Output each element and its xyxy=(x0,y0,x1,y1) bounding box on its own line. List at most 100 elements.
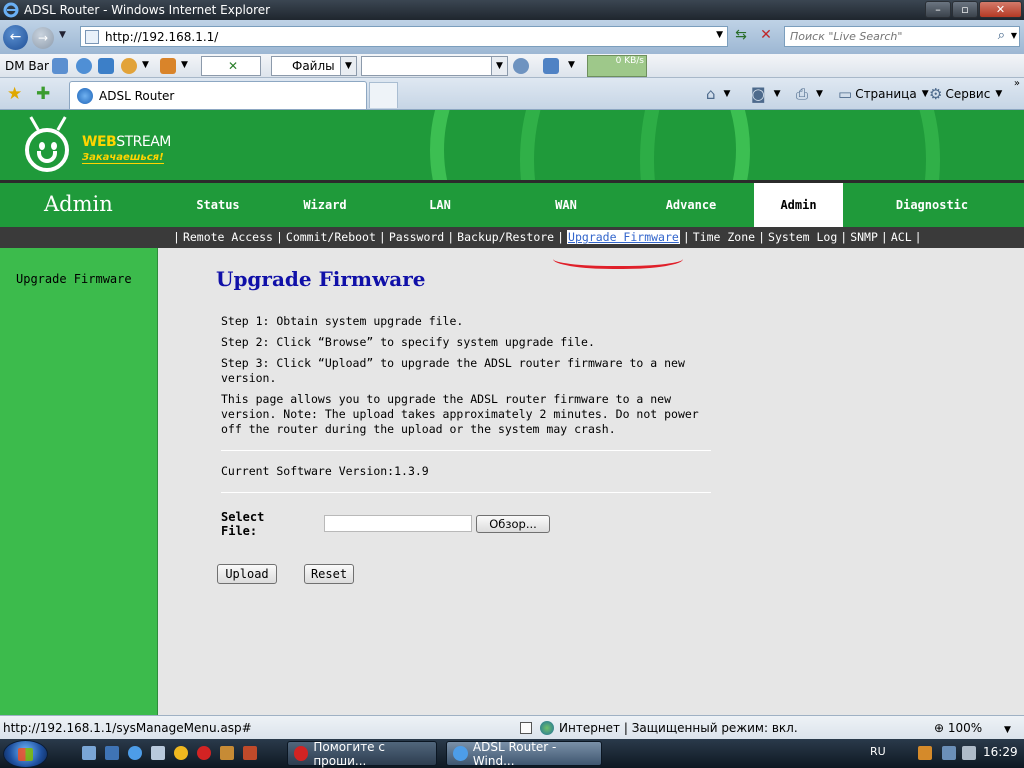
taskbar-item-ie[interactable]: ADSL Router - Wind... xyxy=(446,740,602,768)
show-desktop-icon[interactable] xyxy=(82,746,96,760)
search-icon[interactable]: ⌕ xyxy=(998,28,1005,43)
chevron-down-icon[interactable]: ▼ xyxy=(724,89,731,99)
tab-admin[interactable]: Admin xyxy=(754,183,843,227)
add-icon[interactable] xyxy=(76,58,92,74)
chevron-down-icon[interactable]: ▼ xyxy=(340,57,356,75)
feeds-button[interactable]: ◙ ▼ xyxy=(751,85,780,103)
select-file-label: Select File: xyxy=(221,510,277,538)
refresh-icon: ⇆ xyxy=(735,27,747,43)
tab-lan[interactable]: LAN xyxy=(410,183,470,227)
subtab-backup-restore[interactable]: Backup/Restore xyxy=(457,230,554,244)
favorites-star-icon[interactable]: ★ xyxy=(7,84,22,104)
gear-icon: ⚙ xyxy=(929,85,943,103)
dm-bar-label: DM Bar xyxy=(5,59,49,73)
quick-launch-icon[interactable] xyxy=(174,746,188,760)
back-button[interactable]: ← xyxy=(3,25,28,50)
search-input[interactable] xyxy=(785,27,985,46)
address-field[interactable]: http://192.168.1.1/ ▼ xyxy=(80,26,728,47)
chevron-down-icon[interactable]: ▼ xyxy=(995,89,1002,99)
home-button[interactable]: ⌂ ▼ xyxy=(706,85,730,103)
chevron-down-icon[interactable]: ▼ xyxy=(816,89,823,99)
chevron-down-icon[interactable]: ▼ xyxy=(1011,31,1017,40)
upload-button[interactable]: Upload xyxy=(217,564,277,584)
subtab-system-log[interactable]: System Log xyxy=(768,230,837,244)
service-menu-button[interactable]: ⚙ Сервис ▼ xyxy=(929,85,1002,103)
logo-slogan: Закачаешься! xyxy=(82,152,164,164)
taskbar-item-opera[interactable]: Помогите с проши... xyxy=(287,740,437,768)
subtab-upgrade-firmware[interactable]: Upgrade Firmware xyxy=(567,230,680,244)
sidebar-item-upgrade-firmware[interactable]: Upgrade Firmware xyxy=(16,272,132,286)
zoom-control[interactable]: ⊕ 100% ▼ xyxy=(934,721,1011,735)
network-icon[interactable] xyxy=(942,746,956,760)
zoom-icon: ⊕ xyxy=(934,721,945,735)
stop-button[interactable]: ✕ xyxy=(756,27,776,46)
chevron-down-icon[interactable]: ▼ xyxy=(568,60,575,70)
language-indicator[interactable]: RU xyxy=(870,745,886,758)
start-button[interactable] xyxy=(3,740,48,768)
chevron-down-icon[interactable]: ▼ xyxy=(181,60,188,70)
search-field[interactable]: ⌕ ▼ xyxy=(784,26,1020,47)
refresh-button[interactable]: ⇆ xyxy=(731,27,751,46)
subtab-snmp[interactable]: SNMP xyxy=(850,230,878,244)
chevron-down-icon[interactable]: ▼ xyxy=(716,30,723,40)
files-dropdown[interactable]: Файлы ▼ xyxy=(271,56,357,76)
page-menu-button[interactable]: ▭ Страница ▼ xyxy=(838,85,929,103)
internet-explorer-icon[interactable] xyxy=(128,746,142,760)
subtab-time-zone[interactable]: Time Zone xyxy=(693,230,755,244)
instruction-step-3: Step 3: Click “Upload” to upgrade the AD… xyxy=(221,356,685,385)
plugin-icon[interactable] xyxy=(160,58,176,74)
page-description: This page allows you to upgrade the ADSL… xyxy=(221,392,699,436)
tray-icon[interactable] xyxy=(962,746,976,760)
page-icon: ▭ xyxy=(838,85,853,103)
chevron-down-icon[interactable]: ▼ xyxy=(922,89,929,99)
switch-windows-icon[interactable] xyxy=(105,746,119,760)
address-toolbar: ← → ▼ http://192.168.1.1/ ▼ ⇆ ✕ ⌕ ▼ xyxy=(0,20,1024,54)
quick-launch-icon[interactable] xyxy=(220,746,234,760)
tab-adsl-router[interactable]: ADSL Router xyxy=(69,81,367,109)
router-banner: WEBSTREAM Закачаешься! xyxy=(0,110,1024,180)
download-icon[interactable] xyxy=(543,58,559,74)
download-manager-icon[interactable] xyxy=(52,58,68,74)
subtab-acl[interactable]: ACL xyxy=(891,230,912,244)
clock[interactable]: 16:29 xyxy=(983,745,1018,759)
tab-diagnostic[interactable]: Diagnostic xyxy=(880,183,984,227)
quick-launch-icon[interactable] xyxy=(243,746,257,760)
home-icon[interactable] xyxy=(121,58,137,74)
subtab-password[interactable]: Password xyxy=(389,230,444,244)
minimize-button[interactable]: – xyxy=(925,1,951,18)
tab-advance[interactable]: Advance xyxy=(650,183,732,227)
search-icon[interactable] xyxy=(513,58,529,74)
copy-icon[interactable] xyxy=(98,58,114,74)
volume-icon[interactable] xyxy=(918,746,932,760)
window-title-bar: ADSL Router - Windows Internet Explorer … xyxy=(0,0,1024,20)
dm-status-box[interactable]: ✕ xyxy=(201,56,261,76)
url-text[interactable]: http://192.168.1.1/ xyxy=(105,30,218,44)
add-favorite-icon[interactable]: ✚ xyxy=(36,84,50,104)
history-dropdown[interactable]: ▼ xyxy=(59,30,66,40)
security-zone[interactable]: Интернет | Защищенный режим: вкл. xyxy=(520,721,798,735)
browse-button[interactable]: Обзор... xyxy=(476,515,550,533)
current-version-value: 1.3.9 xyxy=(394,464,429,478)
file-path-input[interactable] xyxy=(324,515,472,532)
opera-icon[interactable] xyxy=(197,746,211,760)
dm-search-dropdown[interactable]: ▼ xyxy=(361,56,508,76)
tab-wizard[interactable]: Wizard xyxy=(290,183,360,227)
chevron-down-icon[interactable]: ▼ xyxy=(491,57,507,75)
new-tab-button[interactable] xyxy=(369,82,398,108)
tab-status[interactable]: Status xyxy=(183,183,253,227)
chevron-down-icon[interactable]: ▼ xyxy=(1004,725,1011,735)
toolbar-overflow-icon[interactable]: » xyxy=(1014,78,1020,89)
tab-wan[interactable]: WAN xyxy=(536,183,596,227)
maximize-button[interactable]: ▫ xyxy=(952,1,978,18)
forward-button[interactable]: → xyxy=(32,27,54,49)
close-window-button[interactable]: ✕ xyxy=(979,1,1022,18)
subtab-remote-access[interactable]: Remote Access xyxy=(183,230,273,244)
main-navigation: Admin Status Wizard LAN WAN Advance Admi… xyxy=(0,183,1024,227)
print-button[interactable]: ⎙ ▼ xyxy=(796,85,823,103)
quick-launch-icon[interactable] xyxy=(151,746,165,760)
reset-button[interactable]: Reset xyxy=(304,564,354,584)
chevron-down-icon[interactable]: ▼ xyxy=(142,60,149,70)
instruction-step-2: Step 2: Click “Browse” to specify system… xyxy=(221,335,595,349)
subtab-commit-reboot[interactable]: Commit/Reboot xyxy=(286,230,376,244)
chevron-down-icon[interactable]: ▼ xyxy=(774,89,781,99)
